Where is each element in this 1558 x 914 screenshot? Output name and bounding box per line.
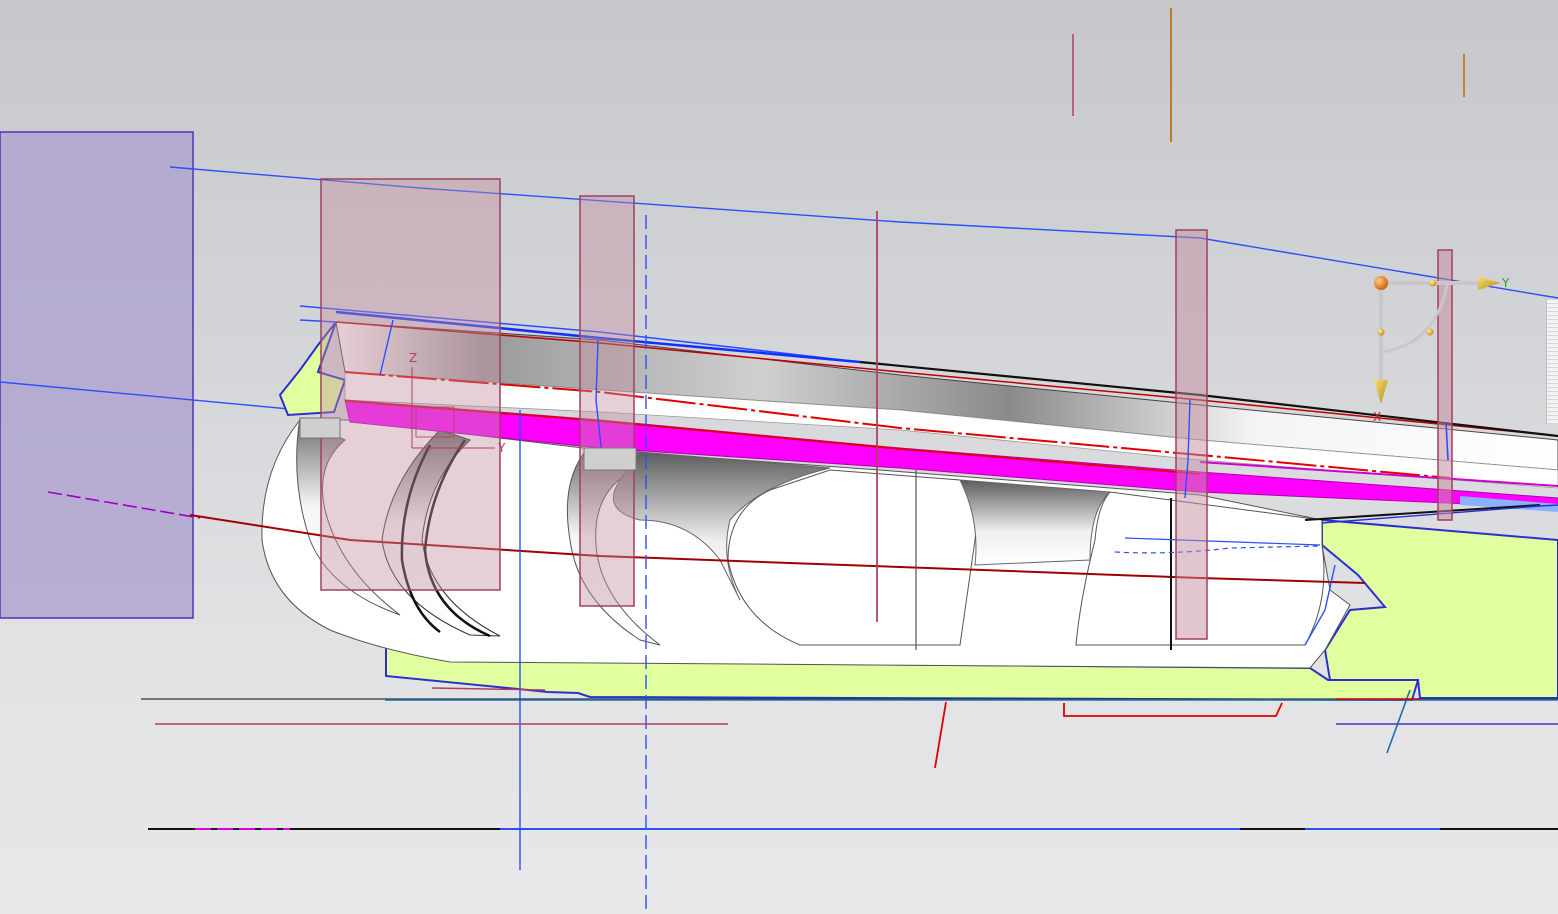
sheet-body-right[interactable]: [1321, 518, 1558, 699]
manipulator-origin[interactable]: [1374, 276, 1388, 290]
datum-plane-1[interactable]: [320, 178, 501, 591]
manipulator-handle-y[interactable]: [1429, 279, 1437, 287]
black-edge-right[interactable]: [1304, 504, 1541, 521]
pocket-1[interactable]: [727, 469, 977, 646]
manipulator-x-label: X: [1373, 410, 1381, 424]
ref-line-red-slant[interactable]: [934, 701, 947, 769]
rib-5[interactable]: [959, 479, 1112, 566]
rib-notch-2[interactable]: [583, 447, 637, 471]
manipulator-x-arrow[interactable]: [1374, 380, 1388, 404]
ref-bracket-red[interactable]: [1063, 702, 1283, 717]
wcs-z-label: Z: [409, 351, 417, 365]
manipulator-handle-x[interactable]: [1377, 328, 1385, 336]
model-scene[interactable]: Z Y Y X: [0, 0, 1558, 914]
manipulator-y-label: Y: [1501, 276, 1510, 290]
manipulator-handle-rot[interactable]: [1426, 328, 1434, 336]
wcs-y-label: Y: [497, 441, 506, 455]
side-panel-edge[interactable]: [1546, 300, 1558, 424]
datum-plane-2[interactable]: [579, 195, 635, 607]
datum-plane-large[interactable]: [0, 131, 194, 619]
datum-plane-3[interactable]: [1175, 229, 1208, 640]
graphics-window[interactable]: Z Y Y X: [0, 0, 1558, 914]
rib-notch-1[interactable]: [299, 417, 341, 439]
